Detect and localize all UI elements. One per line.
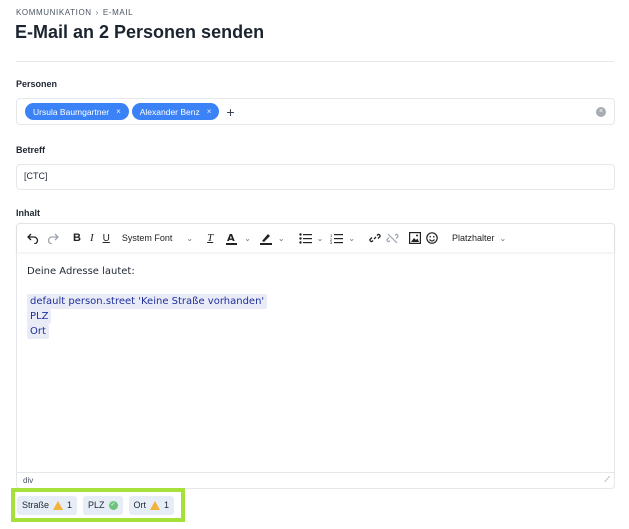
- chevron-down-icon: ⌄: [499, 233, 507, 243]
- placeholder-zip[interactable]: PLZ: [27, 309, 52, 324]
- placeholder-city[interactable]: Ort: [27, 324, 49, 339]
- breadcrumb-section[interactable]: KOMMUNIKATION: [16, 8, 92, 17]
- emoji-icon[interactable]: [426, 229, 438, 247]
- validation-chip-city[interactable]: Ort 1: [128, 495, 175, 515]
- placeholder-street[interactable]: default person.street 'Keine Straße vorh…: [27, 294, 268, 309]
- clear-persons-icon[interactable]: ×: [596, 107, 606, 117]
- link-icon[interactable]: [369, 229, 381, 247]
- text-color-icon[interactable]: A: [225, 229, 239, 247]
- unlink-icon[interactable]: [386, 229, 399, 247]
- placeholder-menu-label: Platzhalter: [452, 233, 495, 243]
- svg-text:A: A: [227, 233, 235, 244]
- persons-field[interactable]: Ursula Baumgartner × Alexander Benz × + …: [16, 98, 615, 125]
- person-chip[interactable]: Ursula Baumgartner ×: [25, 103, 129, 120]
- add-person-button[interactable]: +: [226, 105, 234, 119]
- persons-label: Personen: [16, 79, 58, 89]
- highlight-color-icon[interactable]: [259, 229, 273, 247]
- person-chip[interactable]: Alexander Benz ×: [131, 103, 220, 120]
- editor-statusbar: div ⟋: [17, 472, 614, 488]
- validation-label: PLZ: [88, 500, 105, 510]
- subject-input[interactable]: [CTC]: [16, 164, 615, 190]
- content-editor[interactable]: B I U System Font ⌄ T A ⌄ ⌄ ⌄ 123 ⌄ Plat…: [16, 223, 615, 489]
- numbered-list-icon[interactable]: 123: [330, 229, 344, 247]
- editor-content[interactable]: Deine Adresse lautet: default person.str…: [27, 264, 268, 339]
- subject-label: Betreff: [16, 145, 46, 155]
- bullet-list-icon[interactable]: [298, 229, 312, 247]
- breadcrumb-current: E-MAIL: [102, 8, 134, 17]
- page-title: E-Mail an 2 Personen senden: [15, 22, 265, 42]
- validation-count: 1: [67, 500, 73, 510]
- validation-chip-zip[interactable]: PLZ ✓: [83, 495, 123, 515]
- bold-icon[interactable]: B: [73, 229, 81, 247]
- chevron-down-icon[interactable]: ⌄: [244, 234, 251, 243]
- breadcrumb: KOMMUNIKATION › E-MAIL: [16, 8, 133, 17]
- svg-text:3: 3: [330, 240, 333, 244]
- check-icon: ✓: [108, 500, 118, 510]
- chevron-down-icon[interactable]: ⌄: [348, 234, 355, 243]
- chevron-down-icon[interactable]: ⌄: [317, 234, 324, 243]
- warning-icon: [53, 500, 64, 510]
- remove-person-icon[interactable]: ×: [207, 107, 212, 116]
- resize-handle-icon[interactable]: ⟋: [604, 475, 610, 485]
- content-label: Inhalt: [16, 208, 40, 218]
- placeholder-menu[interactable]: Platzhalter ⌄: [452, 233, 506, 243]
- font-select-value: System Font: [121, 233, 173, 243]
- divider: [16, 61, 614, 62]
- editor-toolbar: B I U System Font ⌄ T A ⌄ ⌄ ⌄ 123 ⌄ Plat…: [17, 224, 614, 252]
- placeholder-validation-bar: Straße 1 PLZ ✓ Ort 1: [11, 488, 185, 522]
- validation-count: 1: [164, 500, 170, 510]
- underline-icon[interactable]: U: [103, 229, 110, 247]
- content-line: Deine Adresse lautet:: [27, 266, 135, 277]
- validation-chip-street[interactable]: Straße 1: [17, 495, 78, 515]
- warning-icon: [150, 500, 161, 510]
- element-path[interactable]: div: [23, 476, 33, 485]
- remove-person-icon[interactable]: ×: [116, 107, 121, 116]
- clear-format-icon[interactable]: T: [207, 229, 213, 247]
- chevron-down-icon[interactable]: ⌄: [278, 234, 285, 243]
- italic-icon[interactable]: I: [90, 229, 94, 247]
- redo-icon[interactable]: [47, 229, 59, 247]
- content-blank-line: [27, 279, 267, 294]
- validation-label: Ort: [133, 500, 147, 510]
- image-icon[interactable]: [409, 229, 422, 247]
- font-select[interactable]: System Font ⌄: [122, 233, 193, 243]
- validation-label: Straße: [22, 500, 50, 510]
- breadcrumb-separator: ›: [95, 8, 99, 17]
- undo-icon[interactable]: [27, 229, 39, 247]
- chevron-down-icon: ⌄: [186, 233, 194, 243]
- person-chip-name: Ursula Baumgartner: [33, 106, 110, 117]
- person-chip-name: Alexander Benz: [139, 106, 200, 117]
